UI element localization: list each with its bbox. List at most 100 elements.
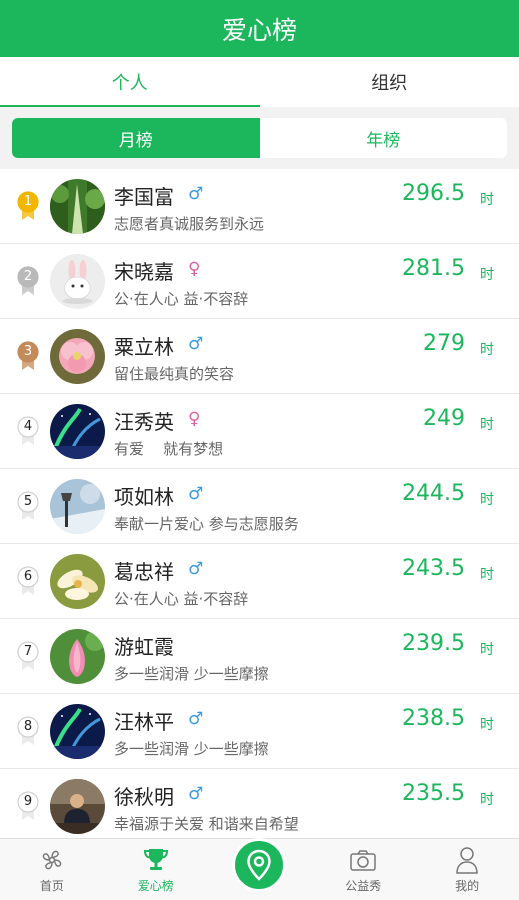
male-icon: ♂ xyxy=(188,709,204,729)
service-hours: 244.5 xyxy=(402,481,465,506)
service-hours: 279 xyxy=(423,331,465,356)
rank-badge-icon: 4 xyxy=(16,416,40,446)
tabbar-home[interactable]: 首页 xyxy=(0,839,104,900)
volunteer-name: 粟立林 xyxy=(114,335,174,359)
location-pin-icon xyxy=(247,849,271,881)
white-flower-avatar[interactable] xyxy=(50,554,105,609)
service-hours: 296.5 xyxy=(402,181,465,206)
lotus-avatar[interactable] xyxy=(50,629,105,684)
male-icon: ♂ xyxy=(188,484,204,504)
volunteer-name: 徐秋明 xyxy=(114,785,174,809)
volunteer-name: 李国富 xyxy=(114,185,174,209)
rank-badge-icon: 6 xyxy=(16,566,40,596)
rank-number: 8 xyxy=(23,719,33,734)
ranking-row[interactable]: 9 徐秋明 ♂ 幸福源于关爱 和谐来自希望 235.5 时 xyxy=(0,769,519,839)
tab-bar: 个人 组织 xyxy=(0,57,519,107)
rank-medal-icon: 1 xyxy=(16,191,40,221)
ranking-row[interactable]: 2 宋晓嘉 ♀ 公·在人心 益·不容辞 281.5 时 xyxy=(0,244,519,319)
app-header: 爱心榜 xyxy=(0,0,519,57)
service-hours: 235.5 xyxy=(402,781,465,806)
page-title: 爱心榜 xyxy=(221,15,297,45)
volunteer-motto: 公·在人心 益·不容辞 xyxy=(114,590,249,608)
hours-unit: 时 xyxy=(480,417,494,433)
hours-unit: 时 xyxy=(480,342,494,358)
volunteer-motto: 公·在人心 益·不容辞 xyxy=(114,290,249,308)
volunteer-motto: 有爱 就有梦想 xyxy=(114,440,224,458)
ranking-row[interactable]: 1 李国富 ♂ 志愿者真诚服务到永远 296.5 时 xyxy=(0,169,519,244)
volunteer-motto: 多一些润滑 少一些摩擦 xyxy=(114,665,269,683)
snow-lamp-avatar[interactable] xyxy=(50,479,105,534)
service-hours: 243.5 xyxy=(402,556,465,581)
volunteer-motto: 留住最纯真的笑容 xyxy=(114,365,235,383)
tabbar-showcase[interactable]: 公益秀 xyxy=(311,839,415,900)
pink-flower-avatar[interactable] xyxy=(50,329,105,384)
tabbar-home-label: 首页 xyxy=(39,879,64,893)
monthly-ranking-button[interactable]: 月榜 xyxy=(12,118,260,158)
tabbar-mine[interactable]: 我的 xyxy=(415,839,519,900)
rank-number: 6 xyxy=(23,569,33,584)
rank-number: 2 xyxy=(23,269,33,284)
location-pin-button[interactable] xyxy=(232,838,286,892)
volunteer-motto: 奉献一片爱心 参与志愿服务 xyxy=(114,515,299,533)
camera-icon xyxy=(348,845,378,875)
male-icon: ♂ xyxy=(188,334,204,354)
hours-unit: 时 xyxy=(480,567,494,583)
service-hours: 281.5 xyxy=(402,256,465,281)
forest-path-avatar[interactable] xyxy=(50,179,105,234)
hours-unit: 时 xyxy=(480,192,494,208)
hours-unit: 时 xyxy=(480,267,494,283)
person-desk-avatar[interactable] xyxy=(50,779,105,834)
tabbar-mine-label: 我的 xyxy=(455,879,480,893)
rank-badge-icon: 9 xyxy=(16,791,40,821)
tab-organization[interactable]: 组织 xyxy=(260,57,519,107)
rank-number: 9 xyxy=(23,794,33,809)
rank-number: 1 xyxy=(23,194,33,209)
trophy-icon xyxy=(141,845,171,875)
ranking-row[interactable]: 8 汪林平 ♂ 多一些润滑 少一些摩擦 238.5 时 xyxy=(0,694,519,769)
bunny-avatar[interactable] xyxy=(50,254,105,309)
rank-number: 3 xyxy=(23,344,33,359)
ranking-row[interactable]: 3 粟立林 ♂ 留住最纯真的笑容 279 时 xyxy=(0,319,519,394)
volunteer-motto: 幸福源于关爱 和谐来自希望 xyxy=(114,815,299,833)
volunteer-name: 游虹霞 xyxy=(114,635,174,659)
person-icon xyxy=(452,845,482,875)
female-icon: ♀ xyxy=(188,409,201,429)
tabbar-leaderboard-label: 爱心榜 xyxy=(137,879,174,893)
yearly-ranking-button[interactable]: 年榜 xyxy=(260,118,508,158)
male-icon: ♂ xyxy=(188,559,204,579)
ranking-row[interactable]: 6 葛忠祥 ♂ 公·在人心 益·不容辞 243.5 时 xyxy=(0,544,519,619)
rank-badge-icon: 7 xyxy=(16,641,40,671)
pinwheel-icon xyxy=(37,845,67,875)
ranking-list: 1 李国富 ♂ 志愿者真诚服务到永远 296.5 时 2 宋晓嘉 ♀ 公·在人心 益·不容辞 281… xyxy=(0,169,519,839)
volunteer-name: 汪林平 xyxy=(114,710,174,734)
aurora-avatar[interactable] xyxy=(50,704,105,759)
tabbar-showcase-label: 公益秀 xyxy=(345,879,382,893)
female-icon: ♀ xyxy=(188,259,201,279)
period-segmented-control: 月榜 年榜 xyxy=(12,118,507,158)
volunteer-name: 葛忠祥 xyxy=(114,560,174,584)
volunteer-name: 汪秀英 xyxy=(114,410,174,434)
tab-individual[interactable]: 个人 xyxy=(0,57,260,107)
rank-number: 5 xyxy=(23,494,33,509)
rank-medal-icon: 2 xyxy=(16,266,40,296)
volunteer-name: 项如林 xyxy=(114,485,174,509)
hours-unit: 时 xyxy=(480,792,494,808)
male-icon: ♂ xyxy=(188,184,204,204)
volunteer-motto: 志愿者真诚服务到永远 xyxy=(114,215,265,233)
rank-number: 4 xyxy=(23,419,33,434)
hours-unit: 时 xyxy=(480,717,494,733)
ranking-row[interactable]: 5 项如林 ♂ 奉献一片爱心 参与志愿服务 244.5 时 xyxy=(0,469,519,544)
rank-medal-icon: 3 xyxy=(16,341,40,371)
volunteer-motto: 多一些润滑 少一些摩擦 xyxy=(114,740,269,758)
aurora-avatar[interactable] xyxy=(50,404,105,459)
service-hours: 249 xyxy=(423,406,465,431)
ranking-row[interactable]: 4 汪秀英 ♀ 有爱 就有梦想 249 时 xyxy=(0,394,519,469)
rank-number: 7 xyxy=(23,644,33,659)
service-hours: 238.5 xyxy=(402,706,465,731)
rank-badge-icon: 5 xyxy=(16,491,40,521)
rank-badge-icon: 8 xyxy=(16,716,40,746)
tabbar-leaderboard[interactable]: 爱心榜 xyxy=(104,839,208,900)
male-icon: ♂ xyxy=(188,784,204,804)
hours-unit: 时 xyxy=(480,642,494,658)
ranking-row[interactable]: 7 游虹霞 多一些润滑 少一些摩擦 239.5 时 xyxy=(0,619,519,694)
